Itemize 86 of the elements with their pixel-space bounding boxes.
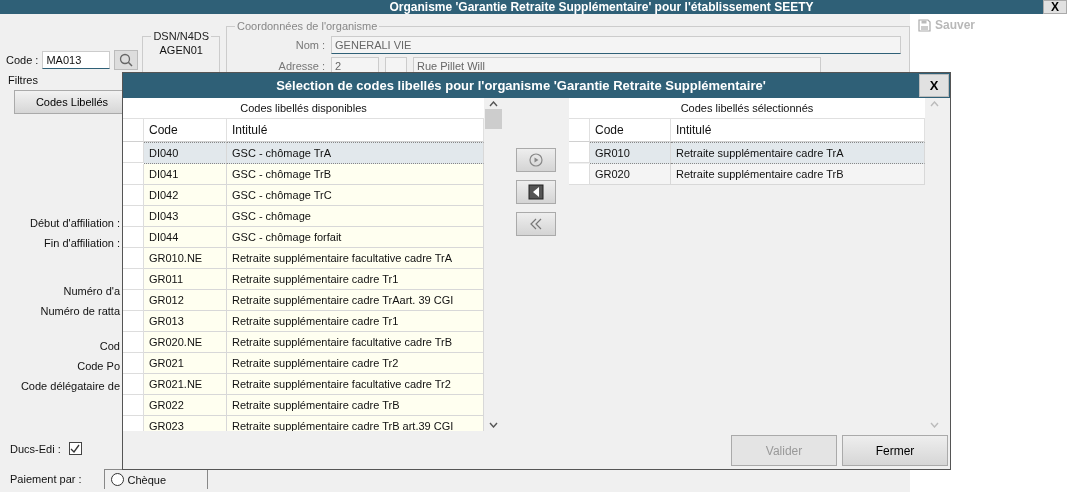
code-field[interactable]: MA013 bbox=[42, 51, 111, 69]
row-header[interactable] bbox=[123, 353, 144, 374]
table-cell[interactable]: Retraite supplémentaire cadre TrA bbox=[671, 142, 925, 164]
double-chevron-left-icon bbox=[529, 218, 543, 230]
close-button[interactable]: X bbox=[919, 74, 949, 97]
close-dialog-button[interactable]: Fermer bbox=[842, 435, 948, 466]
column-header[interactable]: Intitulé bbox=[671, 118, 925, 142]
table-cell[interactable]: DI041 bbox=[144, 164, 227, 185]
row-header[interactable] bbox=[123, 269, 144, 290]
table-cell[interactable]: Retraite supplémentaire cadre Tr1 bbox=[227, 311, 484, 332]
table-cell[interactable]: GR021 bbox=[144, 353, 227, 374]
table-cell[interactable]: Retraite supplémentaire facultative cadre TrB bbox=[227, 332, 484, 353]
table-cell[interactable]: DI044 bbox=[144, 227, 227, 248]
field-label: Code délégataire de bbox=[20, 380, 120, 392]
column-header[interactable]: Code bbox=[144, 118, 227, 142]
field-label: Numéro d'a bbox=[63, 285, 120, 297]
scroll-thumb[interactable] bbox=[485, 109, 502, 129]
table-cell[interactable]: DI042 bbox=[144, 185, 227, 206]
row-header[interactable] bbox=[123, 290, 144, 311]
radio-button[interactable] bbox=[110, 473, 124, 486]
table-cell[interactable]: GSC - chômage TrC bbox=[227, 185, 484, 206]
table-cell[interactable]: Retraite supplémentaire cadre Tr1 bbox=[227, 269, 484, 290]
row-header[interactable] bbox=[123, 185, 144, 206]
table-cell[interactable]: DI043 bbox=[144, 206, 227, 227]
name-field[interactable]: GENERALI VIE bbox=[331, 36, 901, 54]
table-cell[interactable]: GR021.NE bbox=[144, 374, 227, 395]
table-cell[interactable]: Retraite supplémentaire cadre TrB bbox=[227, 395, 484, 416]
field-label: Fin d'affiliation : bbox=[44, 237, 120, 249]
table-cell[interactable]: Retraite supplémentaire facultative cadre Tr2 bbox=[227, 374, 484, 395]
row-header[interactable] bbox=[123, 142, 144, 163]
table-cell[interactable]: DI040 bbox=[144, 142, 227, 164]
column-header[interactable]: Intitulé bbox=[227, 118, 484, 142]
search-icon bbox=[119, 53, 134, 67]
transfer-button[interactable] bbox=[516, 180, 556, 204]
table-cell[interactable]: GSC - chômage forfait bbox=[227, 227, 484, 248]
field-label: Adresse : bbox=[277, 60, 326, 72]
table-cell[interactable]: GR023 bbox=[144, 416, 227, 431]
row-header[interactable] bbox=[123, 332, 144, 353]
table-cell[interactable]: Retraite supplémentaire cadre TrAart. 39 CGI bbox=[227, 290, 484, 311]
close-button[interactable]: X bbox=[1043, 0, 1067, 14]
table-cell[interactable]: GSC - chômage TrA bbox=[227, 142, 484, 164]
field-label: Numéro de ratta bbox=[40, 305, 120, 317]
row-header[interactable] bbox=[123, 395, 144, 416]
window-title: Organisme 'Garantie Retraite Supplémentaire' pour l'établissement SEETY bbox=[0, 0, 1043, 14]
field-label: Code Po bbox=[77, 360, 120, 372]
table-cell[interactable]: GR020 bbox=[590, 164, 671, 185]
table-cell[interactable]: Retraite supplémentaire cadre Tr2 bbox=[227, 353, 484, 374]
field-label: Paiement par : bbox=[10, 473, 82, 485]
table-cell[interactable]: GR012 bbox=[144, 290, 227, 311]
field-label: Code : bbox=[6, 54, 39, 66]
group-title: DSN/N4DS bbox=[152, 30, 211, 42]
group-title: Coordonnées de l'organisme bbox=[236, 20, 379, 32]
dialog-title: Sélection de codes libellés pour l'organisme 'Garantie Retraite Supplémentaire' bbox=[275, 78, 767, 93]
table-cell[interactable]: GR011 bbox=[144, 269, 227, 290]
table-cell[interactable]: GR013 bbox=[144, 311, 227, 332]
row-header[interactable] bbox=[123, 206, 144, 227]
field-label: Ducs-Edi : bbox=[10, 442, 61, 455]
row-header[interactable] bbox=[569, 164, 590, 185]
row-header[interactable] bbox=[123, 227, 144, 248]
field-label: Nom : bbox=[294, 39, 326, 51]
group-title: Filtres bbox=[8, 74, 38, 86]
row-header[interactable] bbox=[123, 311, 144, 332]
field-label: Cod bbox=[99, 340, 120, 352]
table-cell[interactable]: Retraite supplémentaire cadre TrB bbox=[671, 164, 925, 185]
table-cell[interactable]: GR020.NE bbox=[144, 332, 227, 353]
scroll-down-icon[interactable] bbox=[489, 422, 498, 428]
row-header[interactable] bbox=[123, 374, 144, 395]
list-heading: Codes libellés disponibles bbox=[239, 101, 368, 116]
table-cell[interactable]: GR022 bbox=[144, 395, 227, 416]
list-heading: Codes libellés sélectionnés bbox=[679, 101, 815, 116]
table-cell[interactable]: GSC - chômage TrB bbox=[227, 164, 484, 185]
column-header[interactable]: Code bbox=[590, 118, 671, 142]
checkbox[interactable] bbox=[68, 442, 82, 455]
search-button[interactable] bbox=[114, 50, 139, 70]
row-header[interactable] bbox=[569, 142, 590, 163]
radio-label: Chèque bbox=[127, 473, 167, 486]
table-cell[interactable]: GSC - chômage bbox=[227, 206, 484, 227]
table-cell[interactable]: Retraite supplémentaire facultative cadre TrA bbox=[227, 248, 484, 269]
field-label: Début d'affiliation : bbox=[30, 217, 120, 229]
row-header[interactable] bbox=[123, 164, 144, 185]
row-header[interactable] bbox=[123, 248, 144, 269]
dsn-value: AGEN01 bbox=[159, 44, 203, 56]
table-cell[interactable]: GR010 bbox=[590, 142, 671, 164]
table-cell[interactable]: GR010.NE bbox=[144, 248, 227, 269]
play-circle-icon bbox=[529, 153, 543, 167]
scroll-up-icon[interactable] bbox=[489, 101, 498, 107]
